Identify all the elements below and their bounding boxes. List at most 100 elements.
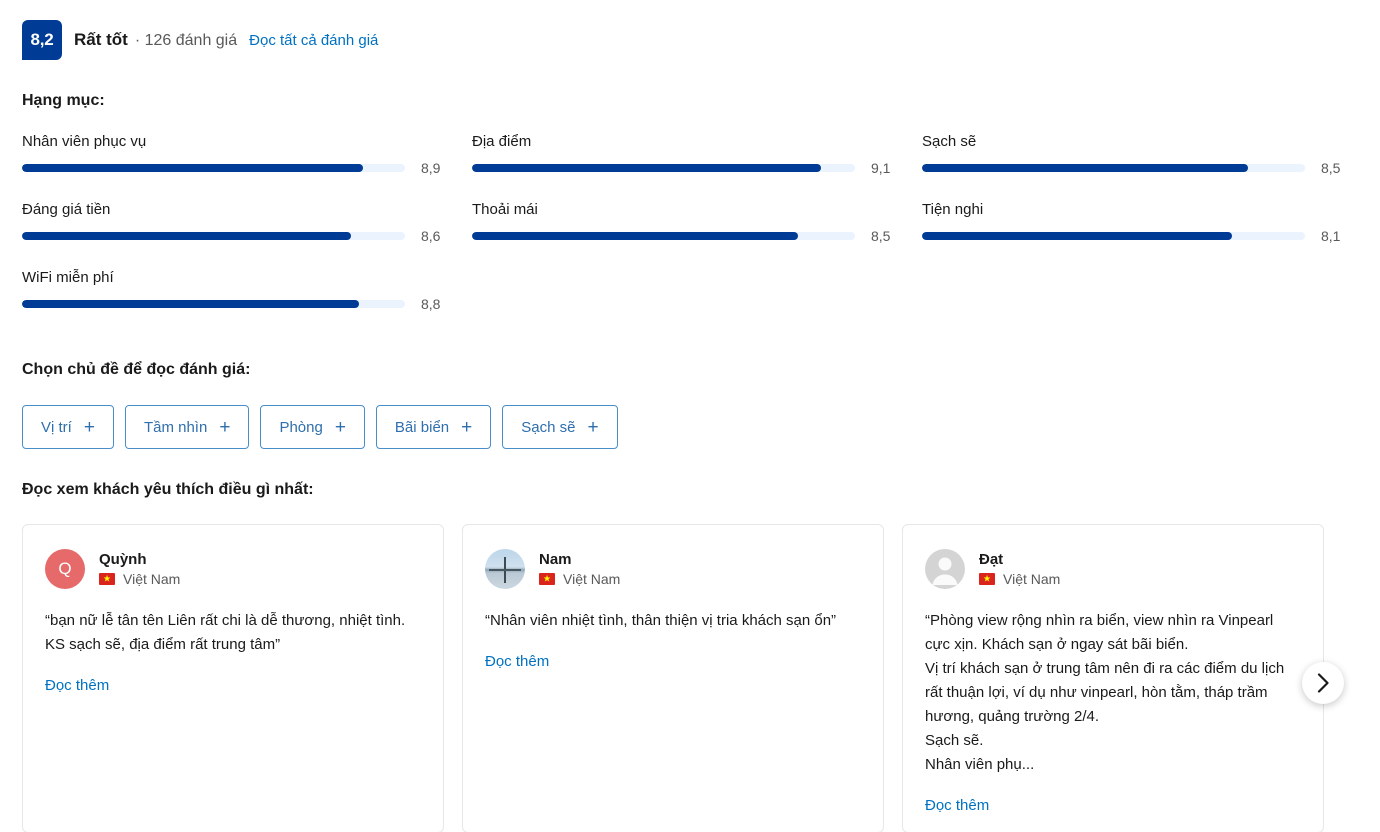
- reviewer-country: ★ Việt Nam: [979, 571, 1060, 587]
- category-rating-item: Thoải mái 8,5: [472, 201, 891, 269]
- category-bar-fill: [922, 164, 1248, 172]
- category-bar-track: [922, 164, 1305, 172]
- category-label: Đáng giá tiền: [22, 201, 111, 218]
- category-bar-fill: [922, 232, 1233, 240]
- category-rating-item: Tiện nghi 8,1: [922, 201, 1341, 269]
- category-bar-track: [22, 164, 405, 172]
- category-bar-fill: [472, 164, 821, 172]
- category-score: 8,5: [871, 228, 891, 244]
- topic-chip-2[interactable]: Tầm nhìn +: [124, 405, 250, 449]
- reviewer-name: Nam: [539, 551, 572, 568]
- topic-chip-1[interactable]: Vị trí +: [22, 405, 114, 449]
- category-bar-fill: [22, 300, 360, 308]
- score-word: Rất tốt: [74, 30, 128, 49]
- category-bar-fill: [22, 164, 363, 172]
- category-score: 9,1: [871, 160, 891, 176]
- topic-chip-4[interactable]: Bãi biển +: [375, 405, 492, 449]
- category-bar-track: [922, 232, 1305, 240]
- category-score: 8,6: [421, 228, 441, 244]
- topic-chip-list: Vị trí + Tầm nhìn + Phòng + Bãi biển + Sạch sẽ +: [22, 405, 618, 449]
- category-label: Tiện nghi: [922, 201, 984, 218]
- category-label: Thoải mái: [472, 201, 538, 218]
- category-label: Nhân viên phục vụ: [22, 133, 147, 150]
- category-bar-track: [472, 232, 855, 240]
- reviewer-country-label: Việt Nam: [1003, 571, 1061, 587]
- review-section: 8,2 Rất tốt · 126 đánh giá Đọc tất cả đá…: [0, 0, 1380, 832]
- chevron-right-icon: [1317, 673, 1330, 693]
- reviewer-name: Đạt: [979, 551, 1004, 568]
- category-bar-row: 8,5: [472, 228, 891, 244]
- reviewer-name: Quỳnh: [99, 551, 147, 568]
- read-more-link[interactable]: Đọc thêm: [45, 677, 109, 694]
- topic-chip-label: Sạch sẽ: [521, 418, 576, 436]
- reviewer-country-label: Việt Nam: [123, 571, 181, 587]
- category-rating-item: Sạch sẽ 8,5: [922, 133, 1341, 201]
- review-card: Nam ★ Việt Nam “Nhân viên nhiệt tình, thân …: [462, 524, 884, 832]
- category-bar-track: [472, 164, 855, 172]
- category-score: 8,9: [421, 160, 441, 176]
- topic-chip-3[interactable]: Phòng +: [260, 405, 365, 449]
- person-icon: [932, 557, 958, 585]
- category-label: Sạch sẽ: [922, 133, 977, 150]
- avatar: [485, 549, 525, 589]
- score-summary: Rất tốt · 126 đánh giá Đọc tất cả đánh g…: [74, 30, 378, 50]
- topics-title: Chọn chủ đề để đọc đánh giá:: [22, 361, 251, 378]
- carousel-next-button[interactable]: [1302, 662, 1344, 704]
- reviewer-meta: Đạt ★ Việt Nam: [979, 551, 1060, 587]
- category-label: WiFi miễn phí: [22, 269, 114, 286]
- score-badge: 8,2: [22, 20, 62, 60]
- reviewer: Đạt ★ Việt Nam: [925, 549, 1301, 589]
- category-bar-fill: [472, 232, 798, 240]
- plus-icon: +: [219, 416, 231, 438]
- review-text: “Phòng view rộng nhìn ra biển, view nhìn…: [925, 612, 1285, 773]
- vietnam-flag-icon: ★: [99, 573, 115, 585]
- category-bar-row: 8,5: [922, 160, 1341, 176]
- category-rating-item: Nhân viên phục vụ 8,9: [22, 133, 441, 201]
- reviewer-country: ★ Việt Nam: [539, 571, 620, 587]
- read-more-link[interactable]: Đọc thêm: [485, 653, 549, 670]
- read-more-link[interactable]: Đọc thêm: [925, 797, 989, 814]
- category-bar-row: 8,6: [22, 228, 441, 244]
- category-score: 8,5: [1321, 160, 1341, 176]
- category-bar-row: 9,1: [472, 160, 891, 176]
- category-rating-item: WiFi miễn phí 8,8: [22, 269, 440, 337]
- category-bar-row: 8,8: [22, 296, 440, 312]
- review-text: “Nhân viên nhiệt tình, thân thiện vị tri…: [485, 612, 837, 629]
- review-count: · 126 đánh giá: [134, 32, 238, 49]
- reviewer-meta: Quỳnh ★ Việt Nam: [99, 551, 180, 587]
- topic-chip-label: Phòng: [279, 418, 323, 436]
- avatar-initial: Q: [58, 559, 72, 578]
- review-card: Đạt ★ Việt Nam “Phòng view rộng nhìn ra biể…: [902, 524, 1324, 832]
- category-bar-row: 8,1: [922, 228, 1341, 244]
- reviewer-meta: Nam ★ Việt Nam: [539, 551, 620, 587]
- vietnam-flag-icon: ★: [539, 573, 555, 585]
- vietnam-flag-icon: ★: [979, 573, 995, 585]
- plus-icon: +: [461, 416, 473, 438]
- category-bar-row: 8,9: [22, 160, 441, 176]
- reviewer: Nam ★ Việt Nam: [485, 549, 861, 589]
- reviewer-country: ★ Việt Nam: [99, 571, 180, 587]
- reviewer-country-label: Việt Nam: [563, 571, 621, 587]
- category-rating-item: Đáng giá tiền 8,6: [22, 201, 441, 269]
- reviews-title: Đọc xem khách yêu thích điều gì nhất:: [22, 481, 314, 498]
- plus-icon: +: [587, 416, 599, 438]
- category-score: 8,1: [1321, 228, 1341, 244]
- score-header: 8,2 Rất tốt · 126 đánh giá Đọc tất cả đá…: [22, 0, 1358, 60]
- category-label: Địa điểm: [472, 133, 532, 150]
- review-text: “bạn nữ lễ tân tên Liên rất chi là dễ th…: [45, 612, 406, 653]
- plus-icon: +: [83, 416, 95, 438]
- plus-icon: +: [334, 416, 346, 438]
- category-ratings-grid: Nhân viên phục vụ 8,9 Địa điểm 9,1 Sạch sẽ 8,…: [22, 133, 1358, 337]
- topic-chip-5[interactable]: Sạch sẽ +: [502, 405, 618, 449]
- category-bar-fill: [22, 232, 352, 240]
- category-bar-track: [22, 300, 405, 308]
- read-all-reviews-link[interactable]: Đọc tất cả đánh giá: [249, 32, 378, 49]
- category-rating-item: Địa điểm 9,1: [472, 133, 891, 201]
- categories-title: Hạng mục:: [22, 92, 105, 109]
- reviewer: Q Quỳnh ★ Việt Nam: [45, 549, 421, 589]
- topic-chip-label: Tầm nhìn: [143, 418, 208, 436]
- category-bar-track: [22, 232, 405, 240]
- topic-chip-label: Vị trí: [41, 418, 72, 436]
- review-card: Q Quỳnh ★ Việt Nam “bạn nữ lễ tân tên Liên r…: [22, 524, 444, 832]
- topic-chip-label: Bãi biển: [394, 418, 450, 436]
